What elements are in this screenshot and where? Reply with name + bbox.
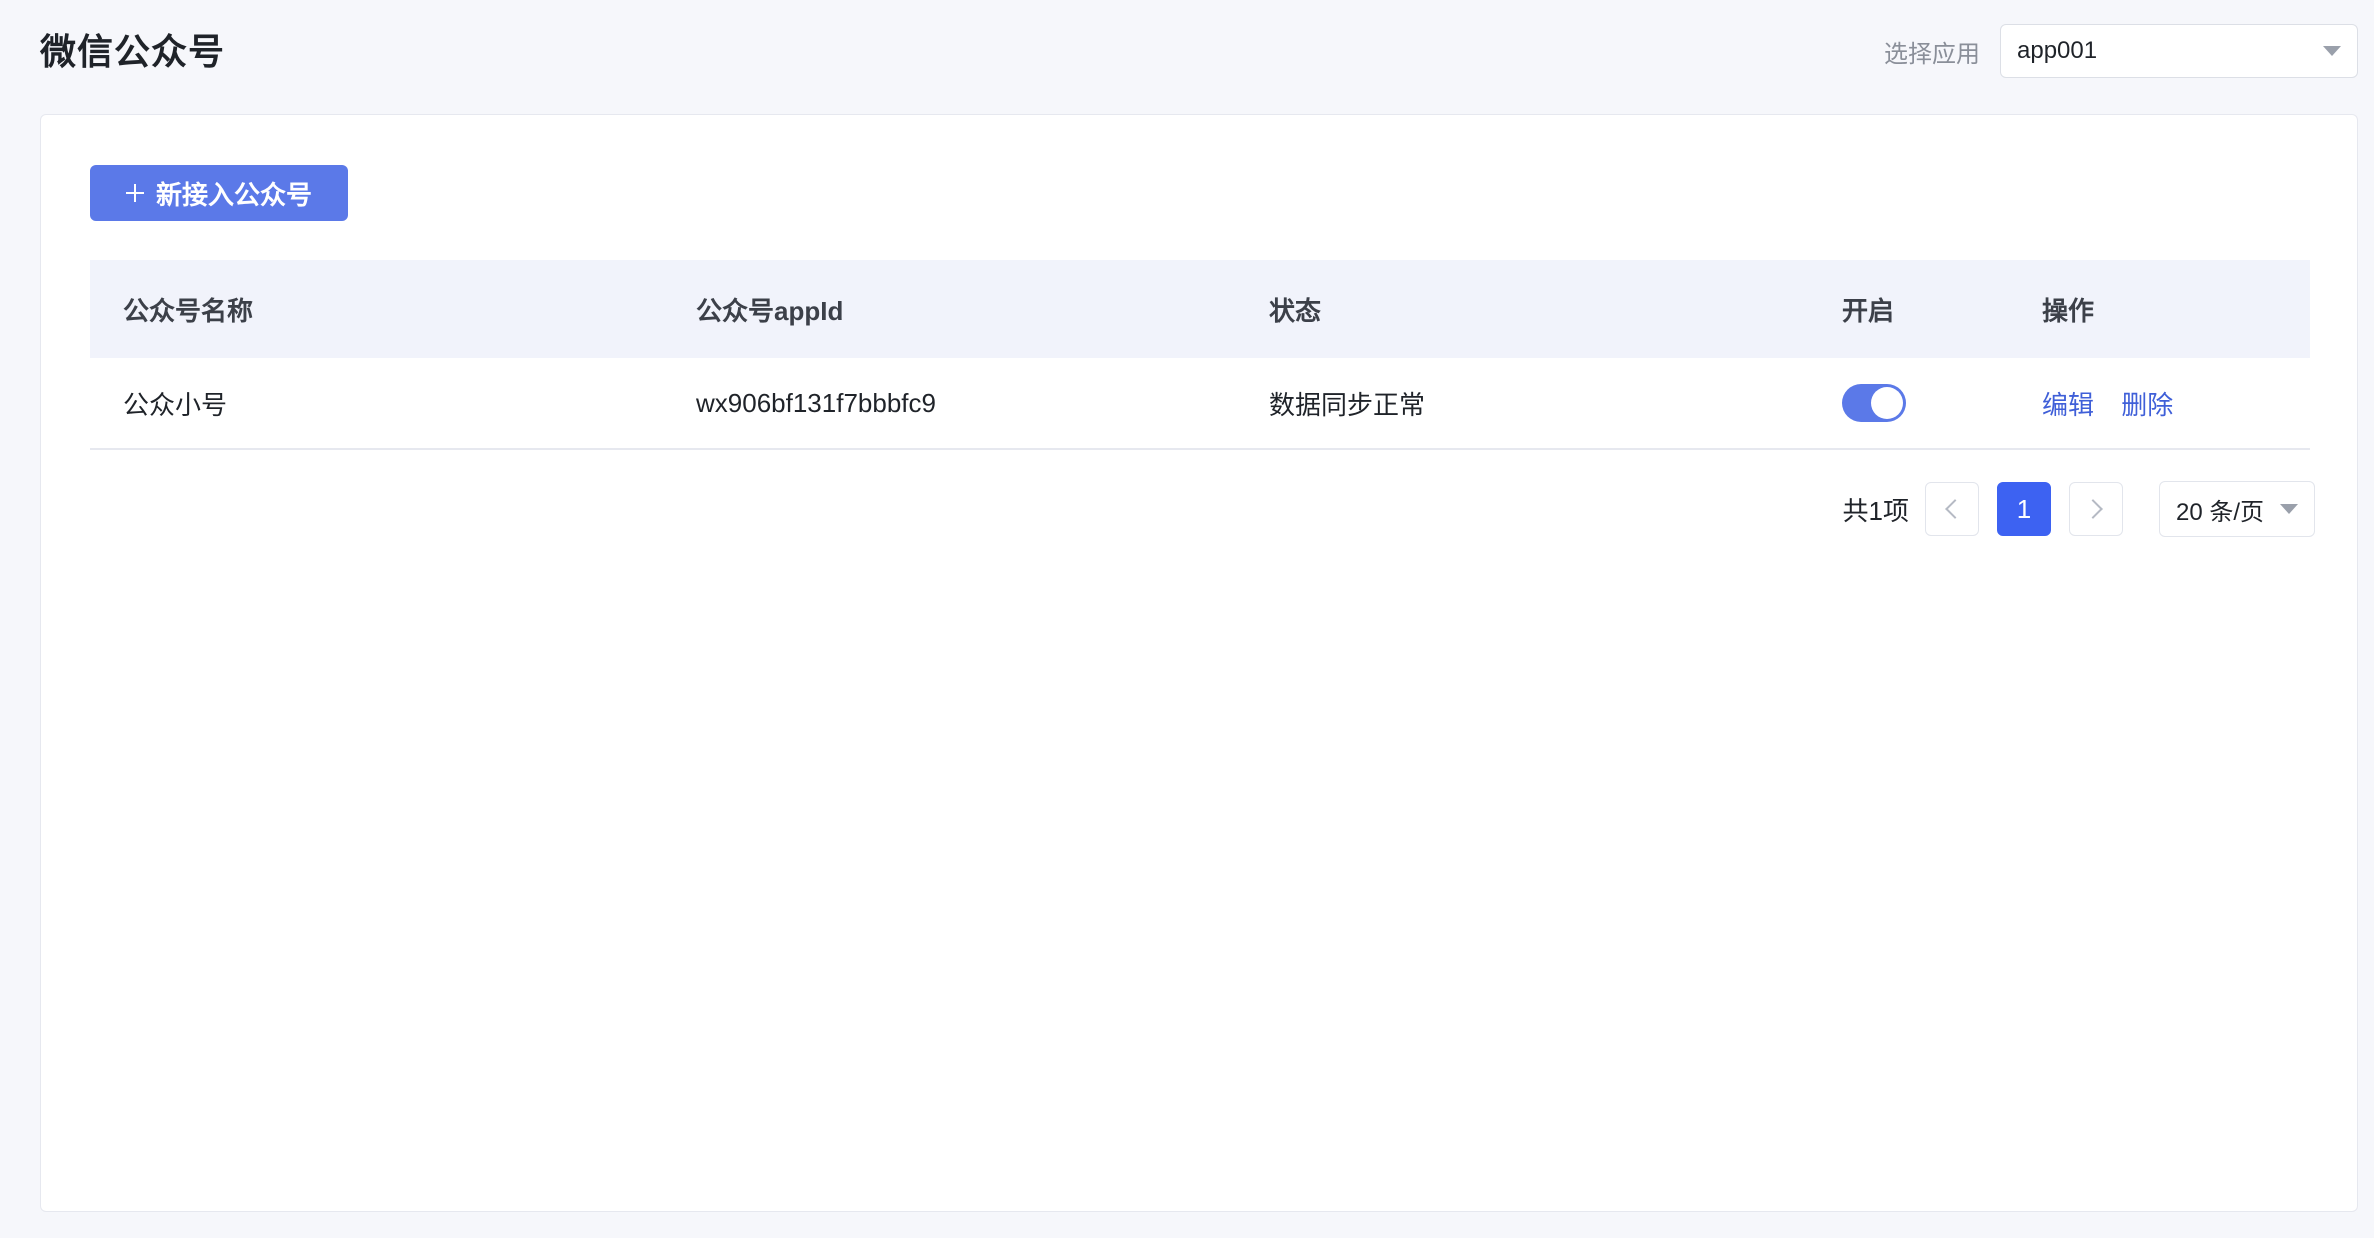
chevron-down-icon (2280, 504, 2298, 514)
page-size-value: 20 条/页 (2176, 498, 2265, 526)
page-size-select[interactable]: 20 条/页 (2159, 481, 2315, 537)
enabled-cell (1809, 384, 2009, 422)
chevron-down-icon (2323, 46, 2341, 56)
column-header-appid: 公众号appId (696, 295, 844, 326)
actions-cell: 编辑 删除 (2009, 385, 2310, 422)
main-card: 新接入公众号 公众号名称 公众号appId 状态 开启 操作 公众小号 wx90… (40, 114, 2358, 1212)
table-header: 公众号名称 公众号appId 状态 开启 操作 (90, 260, 2310, 358)
enabled-toggle[interactable] (1842, 384, 1906, 422)
accounts-table: 公众号名称 公众号appId 状态 开启 操作 公众小号 wx906bf131f… (90, 260, 2310, 450)
app-select-dropdown[interactable]: app001 (2000, 24, 2358, 78)
page-title: 微信公众号 (40, 31, 226, 72)
toggle-knob (1871, 387, 1903, 419)
chevron-right-icon (2083, 499, 2103, 519)
next-page-button[interactable] (2069, 482, 2123, 536)
delete-link[interactable]: 删除 (2121, 390, 2173, 420)
page-number-button[interactable]: 1 (1997, 482, 2051, 536)
table-row: 公众小号 wx906bf131f7bbbfc9 数据同步正常 编辑 删除 (90, 358, 2310, 450)
account-name-cell: 公众小号 (123, 389, 228, 420)
app-select-label: 选择应用 (1884, 40, 1980, 68)
column-header-name: 公众号名称 (123, 295, 254, 326)
column-header-actions: 操作 (2042, 295, 2095, 326)
plus-icon (125, 184, 144, 202)
add-official-account-button[interactable]: 新接入公众号 (90, 165, 348, 221)
account-status-cell: 数据同步正常 (1269, 389, 1426, 420)
app-selector: 选择应用 app001 (1884, 24, 2358, 78)
edit-link[interactable]: 编辑 (2042, 390, 2094, 420)
prev-page-button[interactable] (1925, 482, 1979, 536)
column-header-status: 状态 (1269, 295, 1322, 326)
account-appid-cell: wx906bf131f7bbbfc9 (696, 387, 936, 418)
pagination: 共1项 1 20 条/页 (1843, 481, 2315, 537)
pagination-total: 共1项 (1842, 495, 1909, 526)
chevron-left-icon (1945, 499, 1965, 519)
add-button-label: 新接入公众号 (155, 179, 312, 210)
column-header-enabled: 开启 (1842, 295, 1895, 326)
app-select-value: app001 (2017, 37, 2098, 64)
